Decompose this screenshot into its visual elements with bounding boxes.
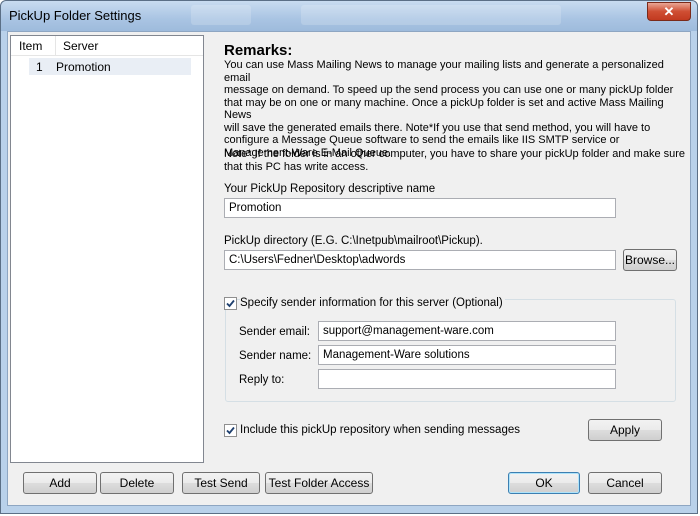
column-header-item[interactable]: Item (19, 39, 42, 53)
remarks-line: will save the generated emails there. No… (224, 121, 651, 134)
include-repository-checkbox[interactable] (224, 424, 237, 437)
checkmark-icon (226, 299, 235, 308)
checkmark-icon (226, 426, 235, 435)
remarks-line: configure a Message Queue software to se… (224, 134, 620, 146)
remarks-line: You can use Mass Mailing News to manage … (224, 59, 664, 84)
note-line: Note* If the folder is in an other compu… (224, 148, 686, 160)
title-bar[interactable]: PickUp Folder Settings ✕ (1, 1, 697, 31)
repository-name-input[interactable] (224, 198, 616, 218)
remarks-line: message on demand. To speed up the send … (224, 84, 674, 96)
list-item-server: Promotion (56, 60, 111, 74)
sender-email-input[interactable] (318, 321, 616, 341)
test-folder-access-button[interactable]: Test Folder Access (265, 472, 373, 494)
server-list[interactable]: Item Server 1 Promotion (10, 35, 204, 463)
list-header: Item Server (11, 36, 203, 56)
sender-email-label: Sender email: (239, 326, 310, 338)
share-note: Note* If the folder is in an other compu… (224, 148, 686, 173)
add-button[interactable]: Add (23, 472, 97, 494)
sender-info-checkbox[interactable] (224, 297, 237, 310)
list-item[interactable]: 1 Promotion (29, 58, 191, 75)
sender-name-input[interactable] (318, 345, 616, 365)
repository-name-label: Your PickUp Repository descriptive name (224, 183, 436, 195)
column-separator[interactable] (55, 36, 56, 56)
delete-button[interactable]: Delete (100, 472, 174, 494)
remarks-text: You can use Mass Mailing News to manage … (224, 59, 686, 159)
include-repository-label[interactable]: Include this pickUp repository when send… (240, 424, 522, 436)
column-header-server[interactable]: Server (63, 39, 98, 53)
browse-button[interactable]: Browse... (623, 249, 677, 271)
list-item-number: 1 (36, 60, 43, 74)
remarks-heading: Remarks: (224, 42, 293, 59)
sender-info-checkbox-label[interactable]: Specify sender information for this serv… (240, 297, 505, 309)
test-send-button[interactable]: Test Send (182, 472, 260, 494)
reply-to-label: Reply to: (239, 374, 285, 386)
dialog-client-area: Item Server 1 Promotion Remarks: You can… (7, 31, 691, 506)
sender-name-label: Sender name: (239, 350, 312, 362)
ok-button[interactable]: OK (508, 472, 580, 494)
window-title: PickUp Folder Settings (9, 8, 142, 23)
panel-splitter[interactable] (205, 35, 208, 463)
remarks-line: that may be on one or many machine. Once… (224, 96, 664, 122)
pickup-directory-label: PickUp directory (E.G. C:\Inetpub\mailro… (224, 235, 483, 247)
apply-button[interactable]: Apply (588, 419, 662, 441)
close-icon: ✕ (663, 4, 675, 19)
note-line: that this PC has write access. (224, 160, 369, 173)
title-bar-glass (301, 5, 561, 25)
cancel-button[interactable]: Cancel (588, 472, 662, 494)
dialog-window: PickUp Folder Settings ✕ Item Server 1 P… (0, 0, 698, 514)
close-button[interactable]: ✕ (647, 2, 691, 21)
pickup-directory-input[interactable] (224, 250, 616, 270)
title-bar-glass (191, 5, 251, 25)
reply-to-input[interactable] (318, 369, 616, 389)
